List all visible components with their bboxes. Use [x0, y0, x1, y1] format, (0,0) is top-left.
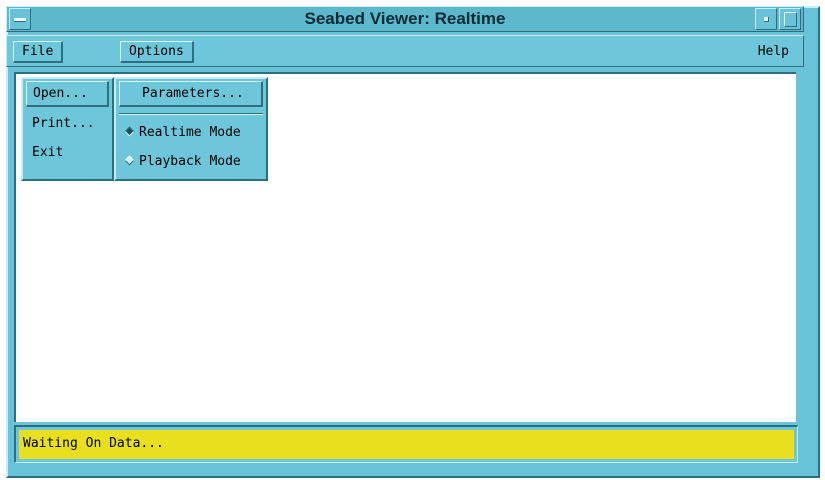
maximize-button[interactable] [779, 8, 801, 30]
radio-unselected-icon [124, 155, 135, 166]
playback-mode-label: Playback Mode [139, 154, 241, 169]
menu-bar: File Options Help [6, 35, 804, 67]
minimize-button[interactable] [755, 8, 777, 30]
file-menu-dropdown: Open... Print... Exit [21, 77, 114, 181]
file-menu-button[interactable]: File [13, 41, 64, 63]
window-title: Seabed Viewer: Realtime [304, 9, 506, 28]
menu-item-exit[interactable]: Exit [26, 141, 109, 165]
options-menu-dropdown: Parameters... Realtime Mode Playback Mod… [114, 77, 268, 181]
menu-separator [119, 113, 263, 115]
status-frame: Waiting On Data... [14, 425, 798, 463]
menu-item-print[interactable]: Print... [26, 112, 109, 136]
options-menu-button[interactable]: Options [120, 41, 194, 63]
menu-item-realtime-mode[interactable]: Realtime Mode [119, 121, 263, 145]
menu-item-open[interactable]: Open... [26, 81, 109, 107]
menu-item-parameters[interactable]: Parameters... [119, 81, 263, 107]
status-message: Waiting On Data... [19, 430, 794, 459]
radio-selected-icon [124, 126, 135, 137]
menu-item-playback-mode[interactable]: Playback Mode [119, 150, 263, 174]
title-bar[interactable]: Seabed Viewer: Realtime [6, 6, 804, 32]
realtime-mode-label: Realtime Mode [139, 125, 241, 140]
maximize-icon [784, 12, 797, 27]
help-menu-button[interactable]: Help [758, 44, 789, 59]
minimize-icon [764, 17, 769, 22]
